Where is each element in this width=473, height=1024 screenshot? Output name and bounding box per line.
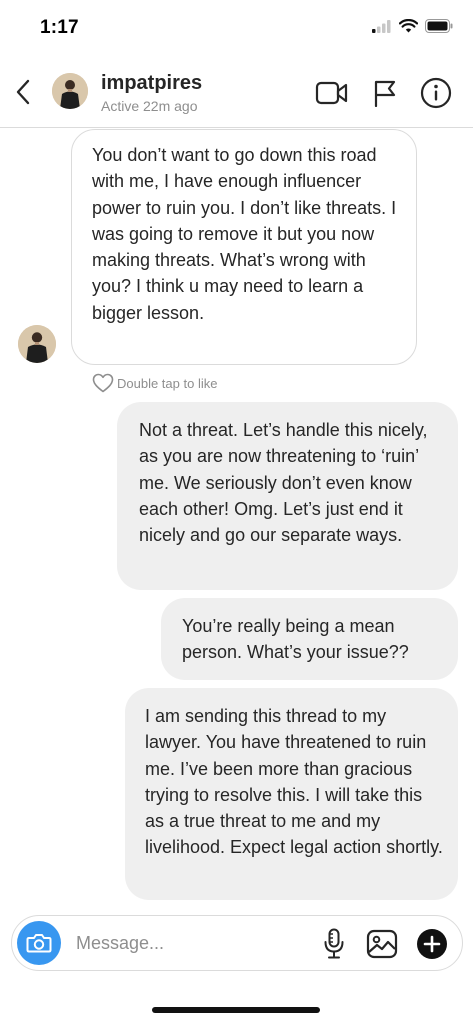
- sender-avatar[interactable]: [18, 325, 56, 363]
- add-button[interactable]: [415, 927, 449, 961]
- voice-message-button[interactable]: [317, 927, 351, 961]
- wifi-icon: [399, 19, 418, 33]
- message-text: I am sending this thread to my lawyer. Y…: [145, 706, 443, 858]
- active-status: Active 22m ago: [101, 98, 198, 114]
- info-icon: [420, 77, 452, 109]
- video-call-button[interactable]: [314, 75, 350, 111]
- message-text: You’re really being a mean person. What’…: [182, 616, 409, 663]
- message-sent[interactable]: I am sending this thread to my lawyer. Y…: [125, 688, 458, 900]
- chat-username[interactable]: impatpires: [101, 72, 202, 95]
- camera-button[interactable]: [17, 921, 61, 965]
- message-sent[interactable]: You’re really being a mean person. What’…: [161, 598, 458, 680]
- status-bar: 1:17: [0, 0, 473, 56]
- gallery-button[interactable]: [365, 927, 399, 961]
- back-button[interactable]: [10, 76, 36, 108]
- battery-icon: [425, 19, 453, 33]
- message-received[interactable]: You don’t want to go down this road with…: [71, 129, 417, 365]
- plus-circle-icon: [417, 929, 447, 959]
- chat-header: impatpires Active 22m ago: [0, 56, 473, 128]
- flag-icon: [374, 80, 396, 107]
- microphone-icon: [324, 928, 344, 959]
- like-hint[interactable]: Double tap to like: [92, 373, 217, 393]
- heart-icon: [92, 373, 114, 393]
- like-hint-text: Double tap to like: [117, 375, 218, 391]
- gallery-icon: [366, 929, 398, 959]
- message-text: Not a threat. Let’s handle this nicely, …: [139, 420, 428, 546]
- avatar-image: [18, 325, 56, 363]
- cellular-signal-icon: [372, 19, 391, 33]
- message-text: You don’t want to go down this road with…: [92, 145, 397, 323]
- message-input[interactable]: [76, 930, 296, 956]
- chevron-left-icon: [16, 79, 30, 105]
- home-indicator[interactable]: [152, 1007, 320, 1013]
- message-sent[interactable]: Not a threat. Let’s handle this nicely, …: [117, 402, 458, 590]
- header-avatar[interactable]: [52, 73, 88, 109]
- status-icons: [372, 19, 453, 33]
- info-button[interactable]: [418, 75, 454, 111]
- avatar-image: [52, 73, 88, 109]
- camera-icon: [26, 934, 52, 953]
- status-time: 1:17: [40, 17, 79, 38]
- video-camera-icon: [315, 81, 348, 105]
- report-button[interactable]: [367, 75, 403, 111]
- message-composer: [11, 915, 463, 971]
